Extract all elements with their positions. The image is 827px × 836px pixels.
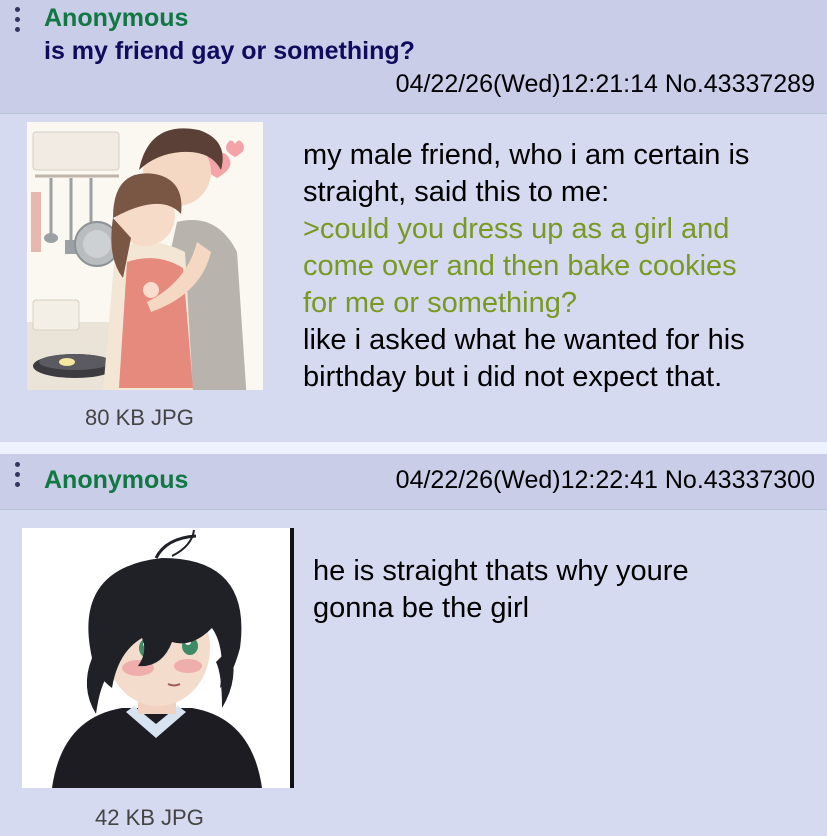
poster-name: Anonymous xyxy=(44,466,189,494)
post-date: 04/22/26(Wed)12:21:14 xyxy=(395,70,658,98)
post-dateline: 04/22/26(Wed)12:21:14 No.43337289 xyxy=(396,70,815,99)
file-info[interactable]: 80 KB JPG xyxy=(85,405,194,431)
file-info[interactable]: 42 KB JPG xyxy=(95,805,204,831)
post-subject: is my friend gay or something? xyxy=(44,37,415,65)
post-line: gonna be the girl xyxy=(313,592,530,624)
post-header: Anonymous 04/22/26(Wed)12:22:41 No.43337… xyxy=(0,454,827,510)
post-line: birthday but i did not expect that. xyxy=(303,361,723,393)
post-line: he is straight thats why youre xyxy=(313,555,689,587)
post-op: Anonymous is my friend gay or something?… xyxy=(0,0,827,442)
greentext-line: for me or something? xyxy=(303,287,578,319)
post-header: Anonymous is my friend gay or something?… xyxy=(0,0,827,114)
post-number[interactable]: No.43337300 xyxy=(665,466,815,494)
greentext-line: >could you dress up as a girl and xyxy=(303,213,730,245)
post-menu-icon[interactable] xyxy=(12,7,22,32)
post-number[interactable]: No.43337289 xyxy=(665,70,815,98)
greentext-line: come over and then bake cookies xyxy=(303,250,737,282)
anime-boy-blushing-icon xyxy=(22,528,290,788)
post-image-thumbnail[interactable] xyxy=(22,528,294,788)
poster-name: Anonymous xyxy=(44,4,189,32)
post-menu-icon[interactable] xyxy=(12,462,22,487)
post-body: my male friend, who i am certain is stra… xyxy=(303,137,813,396)
post-line: like i asked what he wanted for his xyxy=(303,324,745,356)
post-line: straight, said this to me: xyxy=(303,176,610,208)
post-body: he is straight thats why youre gonna be … xyxy=(313,553,803,627)
post-dateline: 04/22/26(Wed)12:22:41 No.43337300 xyxy=(396,466,815,495)
post-line: my male friend, who i am certain is xyxy=(303,139,750,171)
anime-couple-cooking-icon xyxy=(27,122,263,390)
post-date: 04/22/26(Wed)12:22:41 xyxy=(395,466,658,494)
post-image-thumbnail[interactable] xyxy=(27,122,263,390)
